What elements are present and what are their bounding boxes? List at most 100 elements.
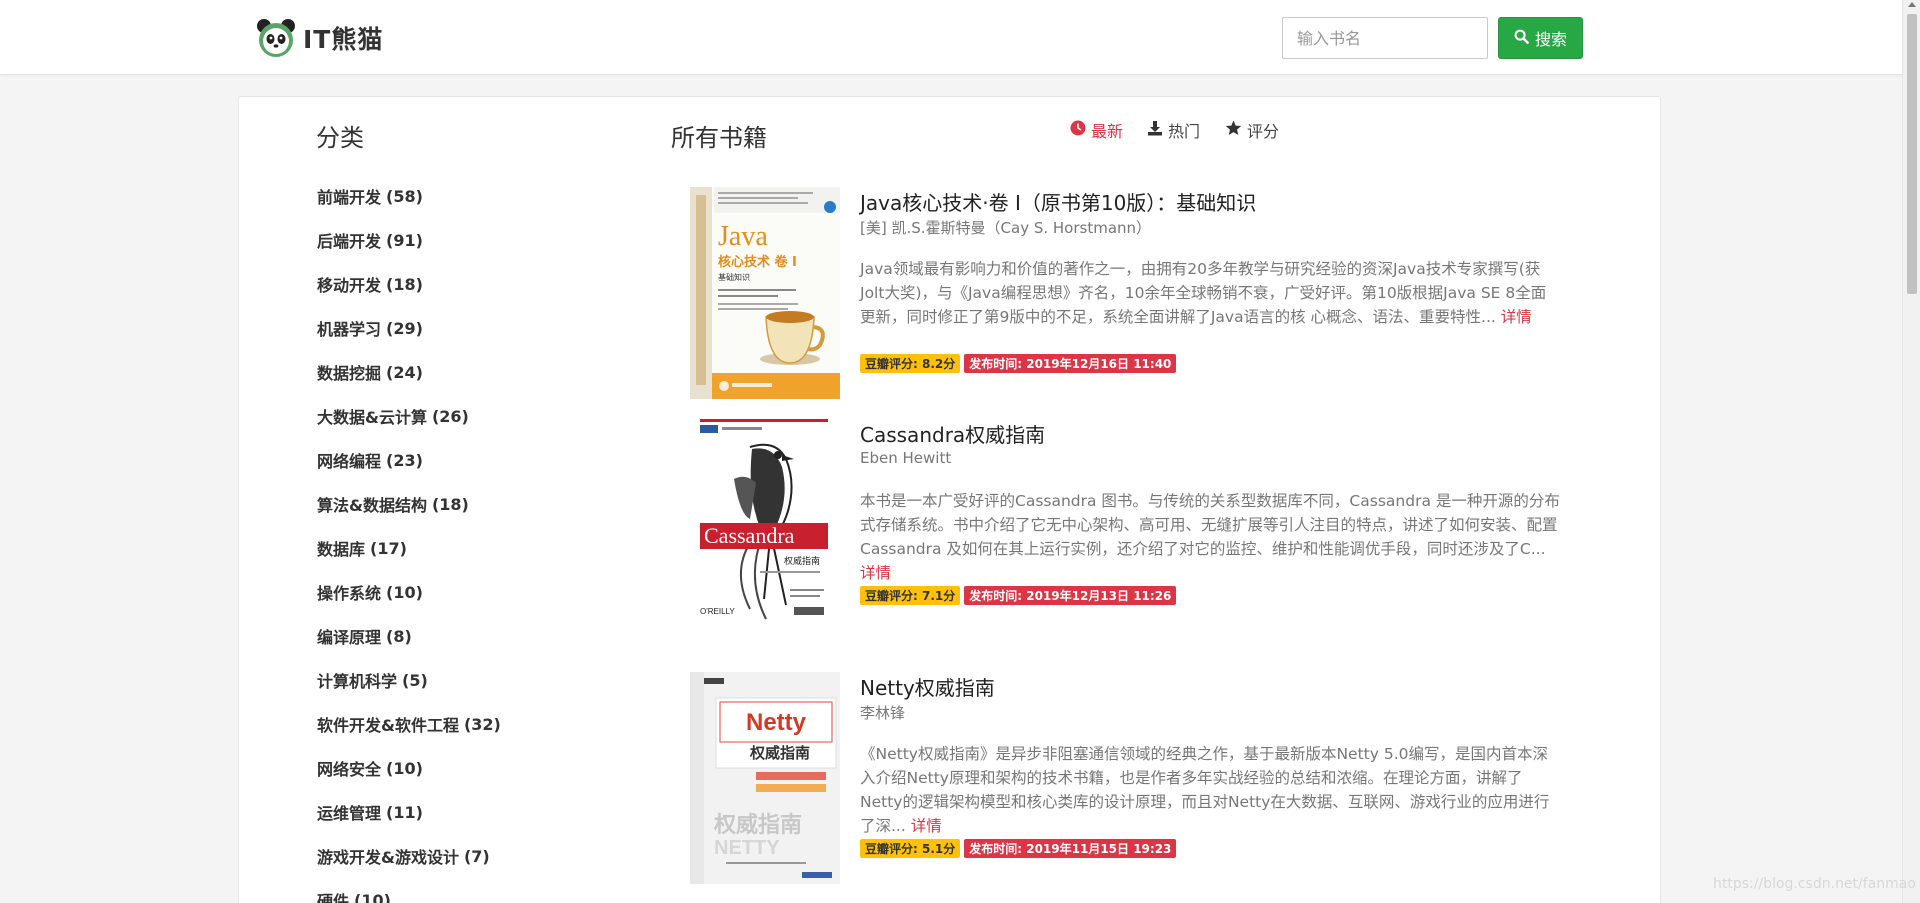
category-item[interactable]: 机器学习 (29) [317, 306, 501, 350]
watermark-text: https://blog.csdn.net/fanmao [1713, 876, 1916, 892]
book-author: 李林锋 [860, 704, 906, 722]
category-item[interactable]: 游戏开发&游戏设计 (7) [317, 834, 501, 878]
search-button-label: 搜索 [1534, 30, 1567, 49]
sort-tab-label: 最新 [1091, 122, 1124, 141]
top-navbar: IT熊猫 搜索 [0, 0, 1920, 75]
scrollbar-thumb[interactable] [1907, 14, 1917, 294]
svg-text:权威指南: 权威指南 [713, 812, 802, 838]
category-label: 操作系统 [317, 584, 382, 603]
book-cover-image[interactable]: Cassandra 权威指南 O'REILLY [690, 419, 840, 631]
books-heading: 所有书籍 [671, 124, 767, 152]
category-label: 计算机科学 [317, 672, 398, 691]
book-author: [美] 凯.S.霍斯特曼（Cay S. Horstmann） [860, 219, 1152, 237]
book-description: 本书是一本广受好评的Cassandra 图书。与传统的关系型数据库不同，Cass… [860, 489, 1560, 585]
category-count: (26) [431, 406, 469, 426]
category-item[interactable]: 网络编程 (23) [317, 438, 501, 482]
category-label: 数据挖掘 [317, 364, 382, 383]
book-description-text: Java领域最有影响力和价值的著作之一，由拥有20多年教学与研究经验的资深Jav… [860, 260, 1547, 326]
publish-date-badge: 发布时间: 2019年12月16日 11:40 [964, 354, 1177, 373]
book-details-link[interactable]: 详情 [911, 817, 942, 835]
book-author: Eben Hewitt [860, 449, 952, 467]
book-description: 《Netty权威指南》是异步非阻塞通信领域的经典之作，基于最新版本Netty 5… [860, 742, 1560, 838]
category-item[interactable]: 网络安全 (10) [317, 746, 501, 790]
category-item[interactable]: 移动开发 (18) [317, 262, 501, 306]
category-count: (11) [386, 802, 423, 822]
category-item[interactable]: 计算机科学 (5) [317, 658, 501, 702]
book-title[interactable]: Cassandra权威指南 [860, 419, 1045, 448]
category-count: (32) [463, 714, 501, 734]
book-description-text: 本书是一本广受好评的Cassandra 图书。与传统的关系型数据库不同，Cass… [860, 492, 1560, 558]
category-item[interactable]: 数据挖掘 (24) [317, 350, 501, 394]
book-details-link[interactable]: 详情 [1501, 308, 1532, 326]
category-count: (7) [463, 846, 490, 866]
category-item[interactable]: 后端开发 (91) [317, 218, 501, 262]
search-button[interactable]: 搜索 [1498, 17, 1583, 59]
svg-text:基础知识: 基础知识 [718, 272, 750, 282]
book-description-text: 《Netty权威指南》是异步非阻塞通信领域的经典之作，基于最新版本Netty 5… [860, 745, 1550, 835]
search-icon [1514, 29, 1529, 48]
category-count: (29) [386, 318, 423, 338]
category-label: 算法&数据结构 [317, 496, 427, 515]
category-label: 运维管理 [317, 804, 382, 823]
rating-badge: 豆瓣评分: 7.1分 [860, 586, 961, 605]
category-count: (17) [370, 538, 407, 558]
svg-text:核心技术 卷 I: 核心技术 卷 I [718, 254, 797, 270]
svg-text:Cassandra: Cassandra [704, 523, 795, 548]
sort-tab-label: 热门 [1168, 122, 1201, 141]
category-item[interactable]: 大数据&云计算 (26) [317, 394, 501, 438]
category-heading: 分类 [316, 124, 364, 152]
svg-text:Netty: Netty [746, 709, 807, 736]
category-item[interactable]: 数据库 (17) [317, 526, 501, 570]
page-scrollbar[interactable] [1902, 0, 1920, 903]
book-item: Java 核心技术 卷 I 基础知识 Java核心技术·卷 I（原书第10版）：… [690, 187, 1570, 427]
category-label: 前端开发 [317, 188, 382, 207]
category-label: 网络安全 [317, 760, 382, 779]
book-title[interactable]: Java核心技术·卷 I（原书第10版）：基础知识 [860, 187, 1256, 216]
svg-text:NETTY: NETTY [714, 837, 780, 859]
category-label: 大数据&云计算 [317, 408, 427, 427]
category-count: (23) [386, 450, 423, 470]
svg-text:权威指南: 权威指南 [749, 744, 810, 762]
panda-logo-icon [255, 17, 297, 59]
download-icon [1147, 120, 1163, 140]
book-cover-image[interactable]: Netty 权威指南 权威指南 NETTY [690, 672, 840, 884]
category-label: 网络编程 [317, 452, 382, 471]
category-count: (58) [386, 186, 423, 206]
category-item[interactable]: 运维管理 (11) [317, 790, 501, 834]
book-cover-image[interactable]: Java 核心技术 卷 I 基础知识 [690, 187, 840, 399]
category-count: (5) [402, 670, 428, 690]
book-details-link[interactable]: 详情 [860, 564, 891, 582]
category-item[interactable]: 前端开发 (58) [317, 174, 501, 218]
category-label: 数据库 [317, 540, 366, 559]
publish-date-badge: 发布时间: 2019年12月13日 11:26 [964, 586, 1177, 605]
category-label: 游戏开发&游戏设计 [317, 848, 459, 867]
category-count: (8) [386, 626, 412, 646]
category-item[interactable]: 软件开发&软件工程 (32) [317, 702, 501, 746]
category-count: (18) [431, 494, 469, 514]
site-logo[interactable]: IT熊猫 [255, 17, 383, 59]
book-search-input[interactable] [1282, 17, 1488, 59]
scroll-up-arrow-icon[interactable] [1908, 2, 1916, 7]
rating-badge: 豆瓣评分: 5.1分 [860, 839, 961, 858]
book-item: Cassandra 权威指南 O'REILLY Cassandra权威指南 Eb… [690, 419, 1570, 659]
sort-tab-rating[interactable]: 评分 [1225, 118, 1279, 142]
category-label: 机器学习 [317, 320, 382, 339]
sort-tab-hot[interactable]: 热门 [1147, 118, 1200, 142]
category-item[interactable]: 编译原理 (8) [317, 614, 501, 658]
category-item[interactable]: 硬件 (10) [317, 878, 501, 903]
publish-date-badge: 发布时间: 2019年11月15日 19:23 [964, 839, 1177, 858]
category-item[interactable]: 算法&数据结构 (18) [317, 482, 501, 526]
category-label: 软件开发&软件工程 [317, 716, 459, 735]
logo-text: IT熊猫 [303, 25, 384, 54]
category-label: 编译原理 [317, 628, 382, 647]
category-count: (10) [354, 890, 391, 903]
clock-icon [1070, 120, 1086, 140]
svg-text:O'REILLY: O'REILLY [700, 607, 735, 616]
book-title[interactable]: Netty权威指南 [860, 672, 995, 701]
star-icon [1225, 120, 1242, 140]
category-count: (18) [386, 274, 423, 294]
sort-tab-label: 评分 [1247, 122, 1280, 141]
sort-tab-newest[interactable]: 最新 [1070, 118, 1123, 142]
category-item[interactable]: 操作系统 (10) [317, 570, 501, 614]
svg-text:Java: Java [718, 221, 768, 252]
